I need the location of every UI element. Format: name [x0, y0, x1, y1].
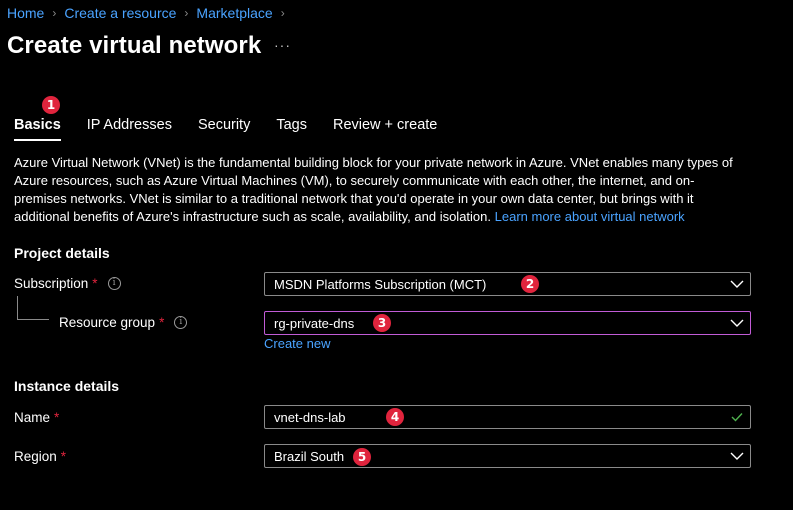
resource-group-value: rg-private-dns	[274, 315, 355, 331]
subscription-dropdown[interactable]: MSDN Platforms Subscription (MCT)	[264, 272, 751, 296]
name-label-text: Name	[14, 410, 51, 425]
tab-review-create[interactable]: Review + create	[333, 117, 437, 141]
tab-ip-addresses[interactable]: IP Addresses	[87, 117, 172, 141]
subscription-value: MSDN Platforms Subscription (MCT)	[274, 276, 487, 292]
info-icon[interactable]: i	[107, 277, 121, 290]
project-details-heading: Project details	[14, 245, 110, 261]
annotation-badge-5: 5	[353, 448, 371, 466]
breadcrumb-create-resource-link[interactable]: Create a resource	[64, 5, 176, 21]
instance-details-heading: Instance details	[14, 378, 120, 394]
description-text: Azure Virtual Network (VNet) is the fund…	[14, 154, 744, 226]
tab-basics[interactable]: Basics	[14, 117, 61, 141]
resource-group-label: Resource group * i	[59, 315, 188, 330]
tab-bar: Basics IP Addresses Security Tags Review…	[14, 117, 437, 141]
breadcrumb: Home › Create a resource › Marketplace ›	[7, 4, 293, 22]
tree-connector-horizontal	[17, 319, 49, 320]
required-marker: *	[92, 276, 98, 291]
info-icon[interactable]: i	[174, 316, 188, 329]
required-marker: *	[54, 410, 60, 425]
chevron-down-icon	[724, 445, 750, 467]
name-input[interactable]: vnet-dns-lab	[264, 405, 751, 429]
page-title: Create virtual network	[7, 32, 262, 59]
chevron-right-icon: ›	[280, 6, 285, 20]
chevron-down-icon	[724, 312, 750, 334]
annotation-badge-4: 4	[386, 408, 404, 426]
name-value[interactable]: vnet-dns-lab	[265, 410, 724, 425]
checkmark-icon	[724, 406, 750, 428]
breadcrumb-home-link[interactable]: Home	[7, 5, 44, 21]
annotation-badge-2: 2	[521, 275, 539, 293]
tree-connector-vertical	[17, 296, 18, 319]
chevron-down-icon	[724, 273, 750, 295]
region-label: Region *	[14, 449, 66, 464]
required-marker: *	[60, 449, 67, 464]
tab-tags[interactable]: Tags	[276, 117, 307, 141]
region-dropdown[interactable]: Brazil South	[264, 444, 751, 468]
subscription-label-text: Subscription	[14, 276, 89, 291]
tab-security[interactable]: Security	[198, 117, 250, 141]
subscription-label: Subscription * i	[14, 276, 121, 291]
resource-group-label-text: Resource group	[59, 315, 156, 330]
region-label-text: Region	[14, 449, 57, 464]
breadcrumb-marketplace-link[interactable]: Marketplace	[196, 5, 272, 21]
create-new-link[interactable]: Create new	[264, 336, 330, 351]
required-marker: *	[159, 315, 165, 330]
region-value: Brazil South	[274, 448, 345, 464]
annotation-badge-3: 3	[373, 314, 391, 332]
chevron-right-icon: ›	[52, 6, 57, 20]
learn-more-link[interactable]: Learn more about virtual network	[495, 209, 685, 224]
resource-group-dropdown[interactable]: rg-private-dns	[264, 311, 751, 335]
chevron-right-icon: ›	[184, 6, 189, 20]
annotation-badge-1: 1	[42, 96, 60, 114]
name-label: Name *	[14, 410, 59, 425]
ellipsis-icon[interactable]: ···	[274, 37, 291, 53]
